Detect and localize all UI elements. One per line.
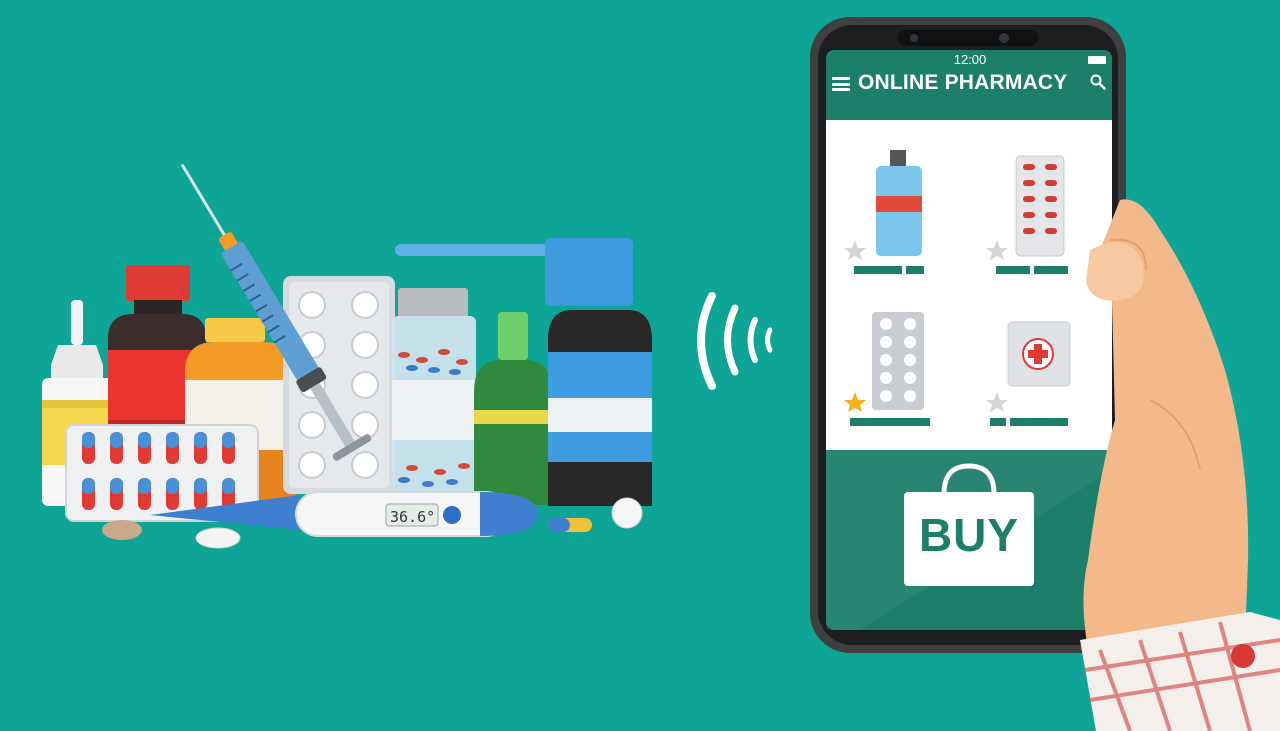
- thermometer-reading: 36.6°: [390, 508, 436, 526]
- wifi-signal-icon: [697, 292, 773, 390]
- scene-art: [42, 17, 1280, 731]
- illustration-scene: 12:00 ONLINE PHARMACY BUY 36.6°: [0, 0, 1280, 731]
- medicine-cluster: [42, 163, 652, 549]
- pill-jar: [392, 288, 476, 506]
- app-title: ONLINE PHARMACY: [858, 71, 1068, 94]
- menu-icon[interactable]: [832, 77, 850, 91]
- buy-button[interactable]: BUY: [904, 508, 1034, 562]
- green-spray-bottle: [474, 312, 552, 505]
- status-time: 12:00: [953, 52, 987, 67]
- search-icon[interactable]: [1090, 74, 1106, 90]
